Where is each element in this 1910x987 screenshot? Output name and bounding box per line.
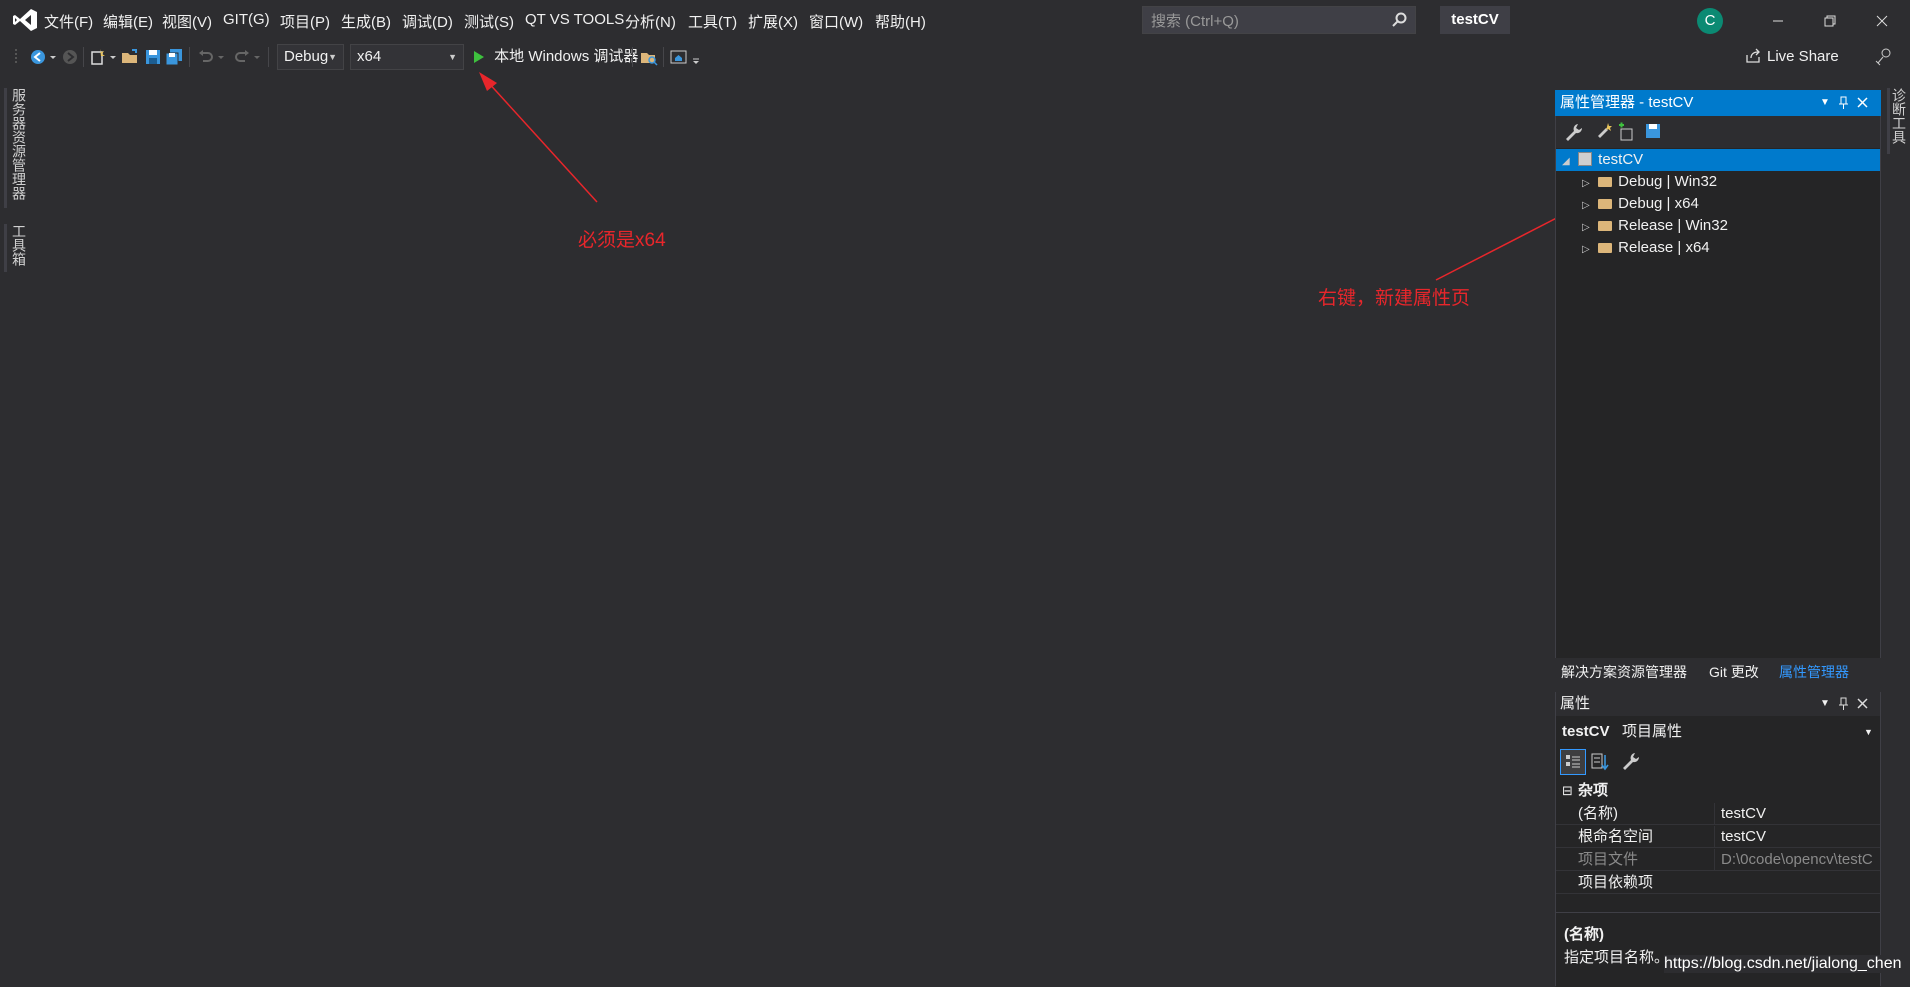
property-manager-titlebar: 属性管理器 - testCV ▼ bbox=[1555, 90, 1881, 116]
properties-title: 属性 bbox=[1560, 695, 1591, 712]
wrench-icon[interactable] bbox=[1564, 122, 1584, 142]
alphabetical-icon[interactable] bbox=[1590, 751, 1612, 773]
tab-property-manager[interactable]: 属性管理器 bbox=[1779, 662, 1849, 682]
tree-item-debug-win32[interactable]: ▷ Debug | Win32 bbox=[1582, 171, 1717, 193]
annotation-right-click: 右键，新建属性页 bbox=[1318, 288, 1471, 309]
add-existing-property-sheet-icon[interactable] bbox=[1616, 122, 1636, 142]
properties-titlebar: 属性 ▼ bbox=[1556, 692, 1880, 716]
properties-toolbar bbox=[1556, 748, 1880, 778]
categorized-icon[interactable] bbox=[1560, 749, 1586, 775]
object-name: testCV bbox=[1562, 723, 1610, 740]
property-row-name[interactable]: (名称) testCV bbox=[1556, 803, 1880, 825]
property-name: (名称) bbox=[1578, 805, 1618, 822]
annotation-must-x64: 必须是x64 bbox=[578, 230, 666, 251]
property-row-dependencies[interactable]: 项目依赖项 bbox=[1556, 872, 1880, 894]
tab-solution-explorer[interactable]: 解决方案资源管理器 bbox=[1561, 662, 1687, 682]
object-type: 项目属性 bbox=[1622, 723, 1683, 740]
property-row-project-file[interactable]: 项目文件 D:\0code\opencv\testC bbox=[1556, 849, 1880, 871]
tree-item-label: Release | Win32 bbox=[1618, 217, 1728, 234]
category-misc[interactable]: ⊟ 杂项 bbox=[1556, 780, 1880, 802]
collapsed-triangle-icon[interactable]: ▷ bbox=[1582, 217, 1594, 239]
tab-git-changes[interactable]: Git 更改 bbox=[1709, 662, 1759, 682]
add-new-property-sheet-icon[interactable] bbox=[1594, 122, 1614, 142]
property-manager-title: 属性管理器 - testCV bbox=[1560, 94, 1694, 111]
folder-icon bbox=[1598, 221, 1613, 231]
property-value[interactable]: testCV bbox=[1714, 803, 1887, 825]
panel-menu-icon[interactable]: ▼ bbox=[1820, 692, 1830, 716]
project-icon bbox=[1578, 152, 1593, 166]
watermark-text: https://blog.csdn.net/jialong_chen bbox=[1664, 955, 1902, 973]
tree-item-label: Debug | Win32 bbox=[1618, 173, 1718, 190]
collapsed-triangle-icon[interactable]: ▷ bbox=[1582, 195, 1594, 217]
property-manager-toolbar bbox=[1556, 116, 1880, 148]
folder-icon bbox=[1598, 243, 1613, 253]
save-icon[interactable] bbox=[1644, 122, 1662, 140]
property-pages-icon[interactable] bbox=[1620, 751, 1642, 773]
tree-item-release-win32[interactable]: ▷ Release | Win32 bbox=[1582, 215, 1728, 237]
description-title: (名称) bbox=[1564, 926, 1604, 943]
tree-item-release-x64[interactable]: ▷ Release | x64 bbox=[1582, 237, 1710, 259]
property-description: (名称) 指定项目名称。 bbox=[1556, 912, 1880, 987]
tree-item-label: Debug | x64 bbox=[1618, 195, 1699, 212]
expanded-triangle-icon[interactable]: ◢ bbox=[1556, 151, 1574, 173]
folder-icon bbox=[1598, 177, 1613, 187]
property-name: 项目依赖项 bbox=[1578, 874, 1654, 891]
description-text: 指定项目名称。 bbox=[1564, 949, 1670, 966]
property-value: D:\0code\opencv\testC bbox=[1714, 849, 1887, 871]
tree-item-debug-x64[interactable]: ▷ Debug | x64 bbox=[1582, 193, 1699, 215]
chevron-down-icon: ▼ bbox=[1864, 727, 1873, 737]
property-name: 根命名空间 bbox=[1578, 828, 1654, 845]
property-value[interactable]: testCV bbox=[1714, 826, 1887, 848]
tree-item-label: Release | x64 bbox=[1618, 239, 1710, 256]
panel-menu-icon[interactable]: ▼ bbox=[1820, 90, 1830, 116]
category-label: 杂项 bbox=[1578, 782, 1609, 799]
tree-item-root[interactable]: ◢ testCV bbox=[1556, 149, 1880, 171]
tree-root-label: testCV bbox=[1598, 151, 1644, 168]
collapsed-triangle-icon[interactable]: ▷ bbox=[1582, 173, 1594, 195]
collapsed-triangle-icon[interactable]: ▷ bbox=[1582, 239, 1594, 261]
tool-window-tabs: 解决方案资源管理器 Git 更改 属性管理器 bbox=[1555, 658, 1881, 684]
property-name: 项目文件 bbox=[1578, 851, 1639, 868]
folder-icon bbox=[1598, 199, 1613, 209]
properties-object-selector[interactable]: testCV 项目属性 ▼ bbox=[1556, 720, 1880, 744]
collapse-icon[interactable]: ⊟ bbox=[1562, 780, 1573, 802]
property-row-root-namespace[interactable]: 根命名空间 testCV bbox=[1556, 826, 1880, 848]
